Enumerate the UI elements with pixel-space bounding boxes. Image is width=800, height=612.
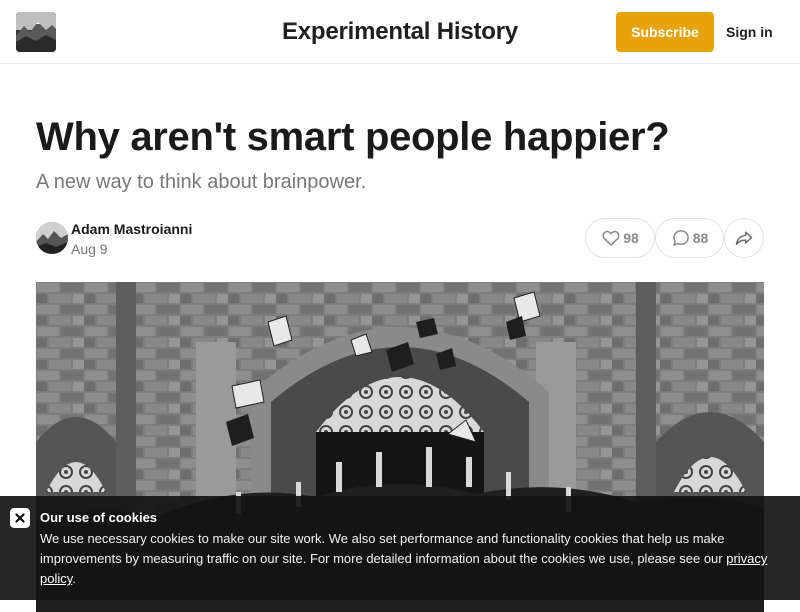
post-subtitle: A new way to think about brainpower. [36, 171, 367, 193]
share-arrow-icon [734, 228, 754, 248]
heart-icon [601, 228, 621, 248]
cookie-banner-text: We use necessary cookies to make our sit… [40, 529, 780, 589]
like-button[interactable]: 98 [585, 218, 655, 258]
post-date: Aug 9 [71, 241, 108, 257]
comment-button[interactable]: 88 [655, 218, 724, 258]
share-button[interactable] [724, 218, 764, 258]
like-count: 98 [623, 230, 639, 246]
comment-count: 88 [692, 230, 709, 246]
top-bar: Experimental History Subscribe Sign in [0, 0, 800, 64]
sign-in-link[interactable]: Sign in [726, 24, 773, 40]
comment-bubble-icon [671, 228, 691, 248]
cookie-banner-period: . [72, 571, 76, 586]
avatar[interactable] [36, 222, 68, 254]
close-icon[interactable] [10, 508, 30, 528]
post-title: Why aren't smart people happier? [36, 115, 670, 159]
cookie-banner-body: We use necessary cookies to make our sit… [40, 531, 727, 566]
subscribe-button[interactable]: Subscribe [616, 12, 714, 52]
cookie-banner-title: Our use of cookies [40, 510, 158, 525]
publication-logo[interactable] [16, 12, 56, 52]
cookie-banner: Our use of cookies We use necessary cook… [0, 496, 800, 600]
author-name[interactable]: Adam Mastroianni [71, 221, 192, 237]
